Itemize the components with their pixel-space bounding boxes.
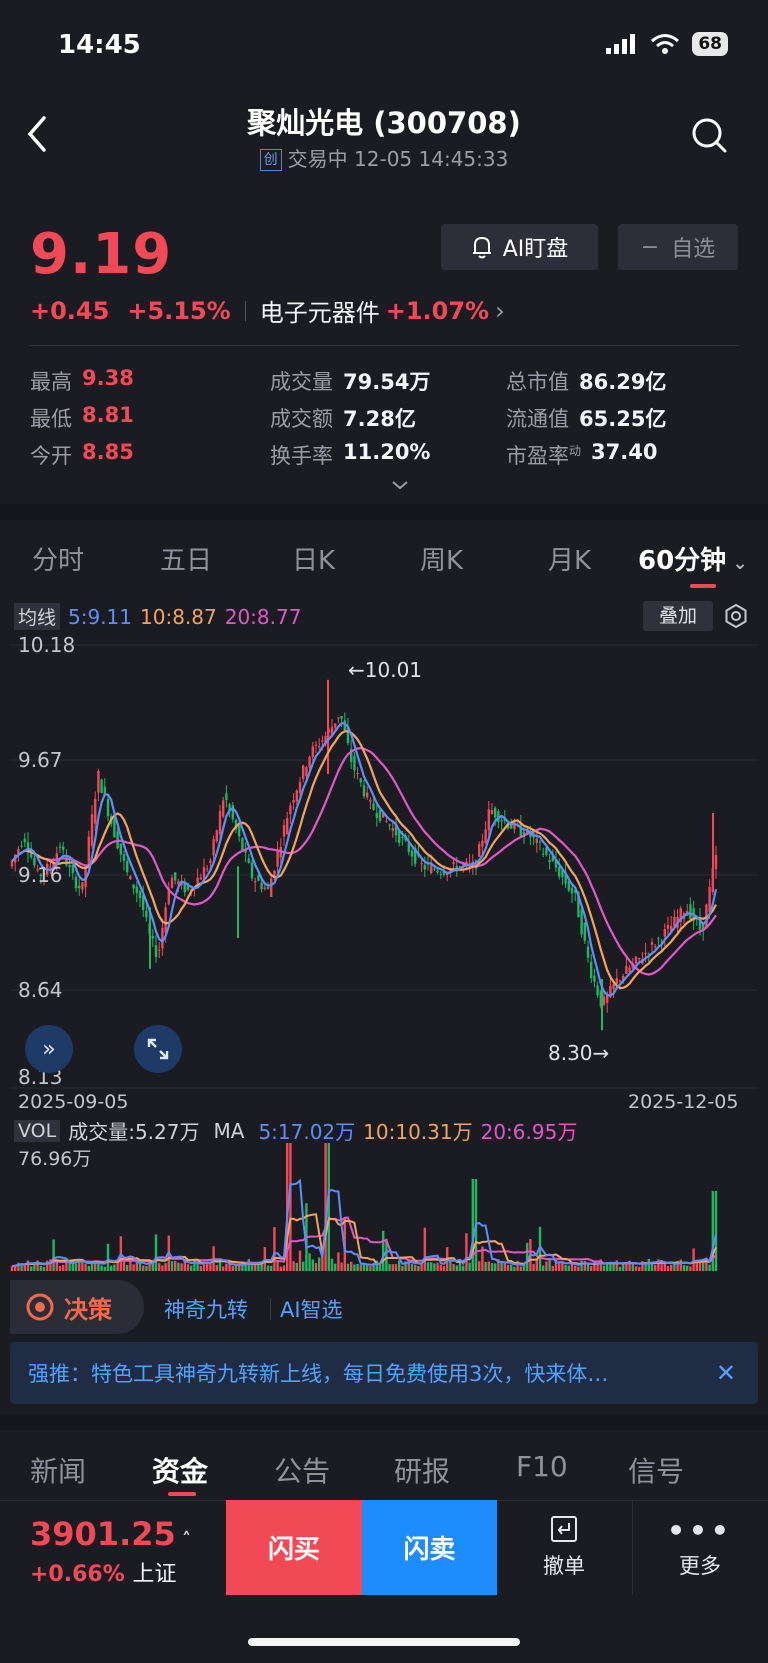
index-change: +0.66% 上证 <box>30 1562 177 1587</box>
ai-select-link[interactable]: AI智选 <box>280 1294 343 1324</box>
more-dots-icon: ••• <box>667 1514 733 1547</box>
decision-button[interactable]: 决策 <box>10 1280 144 1334</box>
trade-status: 创交易中 12-05 14:45:33 <box>0 143 768 172</box>
x-start-date: 2025-09-05 <box>18 1091 129 1113</box>
price-change-pct: +5.15% <box>127 296 231 325</box>
signal-icon <box>606 34 636 54</box>
fast-forward-icon[interactable]: » <box>25 1025 73 1073</box>
tab-five-day[interactable]: 五日 <box>160 540 212 577</box>
section-divider <box>0 1414 768 1430</box>
battery-icon: 68 <box>692 32 728 56</box>
stat-high: 最高 9.38 <box>30 366 134 394</box>
high-annotation: ←10.01 <box>348 658 423 682</box>
active-tab-indicator <box>690 584 716 588</box>
tab-news[interactable]: 新闻 <box>30 1450 86 1490</box>
x-end-date: 2025-12-05 <box>628 1091 739 1113</box>
y-tick: 9.16 <box>18 863 63 887</box>
magic-nine-link[interactable]: 神奇九转 <box>164 1294 248 1324</box>
stat-turnover-rate: 换手率 11.20% <box>270 440 431 468</box>
undo-icon <box>499 1514 629 1550</box>
low-annotation: 8.30→ <box>548 1041 610 1065</box>
stat-low: 最低 8.81 <box>30 403 134 431</box>
ai-watch-label: AI盯盘 <box>502 237 569 262</box>
tab-daily-k[interactable]: 日K <box>292 540 335 577</box>
stat-volume: 成交量 79.54万 <box>270 370 431 394</box>
index-value[interactable]: 3901.25 ˄ <box>30 1515 191 1553</box>
sector-link[interactable]: 电子元器件 +1.07% › <box>260 293 505 328</box>
volume-chart[interactable] <box>10 1143 758 1273</box>
stat-float-cap: 流通值 65.25亿 <box>506 407 667 431</box>
more-button[interactable]: ••• 更多 <box>635 1514 765 1580</box>
active-tab-indicator <box>168 1492 196 1496</box>
section-divider <box>0 504 768 520</box>
quick-buy-button[interactable]: 闪买 <box>226 1500 362 1595</box>
stat-market-cap: 总市值 86.29亿 <box>506 370 667 394</box>
vol-ma20: 20:6.95万 <box>480 1120 578 1144</box>
y-tick: 9.67 <box>18 748 63 772</box>
vol-ma-label: MA <box>213 1118 245 1143</box>
index-name: 上证 <box>132 1562 177 1587</box>
chevron-down-icon[interactable] <box>390 478 410 492</box>
vol-value: 成交量:5.27万 <box>68 1120 200 1144</box>
decision-label: 决策 <box>64 1295 112 1324</box>
watchlist-label: 自选 <box>671 237 716 262</box>
change-row: +0.45 +5.15% 电子元器件 +1.07% › <box>30 293 505 328</box>
wifi-icon <box>651 34 680 54</box>
tab-intraday[interactable]: 分时 <box>32 540 84 577</box>
tab-monthly-k[interactable]: 月K <box>548 540 591 577</box>
divider <box>30 345 738 346</box>
tab-signals[interactable]: 信号 <box>628 1450 684 1490</box>
current-price: 9.19 <box>30 222 173 287</box>
stock-title: 聚灿光电 (300708) <box>247 106 521 140</box>
chevron-up-icon: ˄ <box>175 1529 192 1550</box>
sector-name: 电子元器件 <box>259 299 380 327</box>
status-icons: 68 <box>606 32 728 56</box>
home-indicator <box>248 1638 520 1646</box>
trade-datetime: 12-05 14:45:33 <box>354 147 509 171</box>
trade-state: 交易中 <box>287 147 348 171</box>
vol-ma5: 5:17.02万 <box>258 1120 356 1144</box>
stat-turnover: 成交额 7.28亿 <box>270 407 416 431</box>
cancel-order-button[interactable]: 撤单 <box>499 1514 629 1580</box>
y-tick: 10.18 <box>18 633 76 657</box>
stat-open: 今开 8.85 <box>30 440 134 468</box>
close-icon[interactable]: ✕ <box>716 1342 736 1404</box>
price-change: +0.45 <box>30 296 110 325</box>
promo-text: 强推：特色工具神奇九转新上线，每日免费使用3次，快来体… <box>28 1362 609 1386</box>
status-time: 14:45 <box>58 30 141 60</box>
stat-pe: 市盈率动 37.40 <box>506 440 658 468</box>
chevron-right-icon: › <box>495 296 505 325</box>
fullscreen-icon[interactable] <box>134 1025 182 1073</box>
vol-tag: VOL <box>14 1119 61 1142</box>
divider <box>632 1500 633 1595</box>
board-badge: 创 <box>259 149 282 171</box>
tab-weekly-k[interactable]: 周K <box>420 540 463 577</box>
tab-capital[interactable]: 资金 <box>152 1450 208 1490</box>
remove-watchlist-button[interactable]: − 自选 <box>618 224 738 270</box>
target-icon <box>26 1293 54 1321</box>
promo-banner[interactable]: 强推：特色工具神奇九转新上线，每日免费使用3次，快来体… ✕ <box>10 1342 758 1404</box>
volume-legend: VOL 成交量:5.27万 MA 5:17.02万 10:10.31万 20:6… <box>14 1116 577 1145</box>
ai-watch-button[interactable]: AI盯盘 <box>441 224 598 270</box>
tab-research[interactable]: 研报 <box>394 1450 450 1490</box>
minus-icon: − <box>640 234 660 260</box>
bell-icon <box>472 236 491 259</box>
quick-sell-button[interactable]: 闪卖 <box>362 1500 497 1595</box>
y-tick: 8.64 <box>18 978 63 1002</box>
tab-announcements[interactable]: 公告 <box>274 1450 330 1490</box>
search-icon[interactable] <box>690 116 728 154</box>
tab-60min[interactable]: 60分钟 ⌄ <box>638 540 748 577</box>
tab-f10[interactable]: F10 <box>516 1450 568 1483</box>
divider <box>270 1298 271 1320</box>
sector-change: +1.07% <box>385 296 490 325</box>
vol-ma10: 10:10.31万 <box>363 1120 473 1144</box>
